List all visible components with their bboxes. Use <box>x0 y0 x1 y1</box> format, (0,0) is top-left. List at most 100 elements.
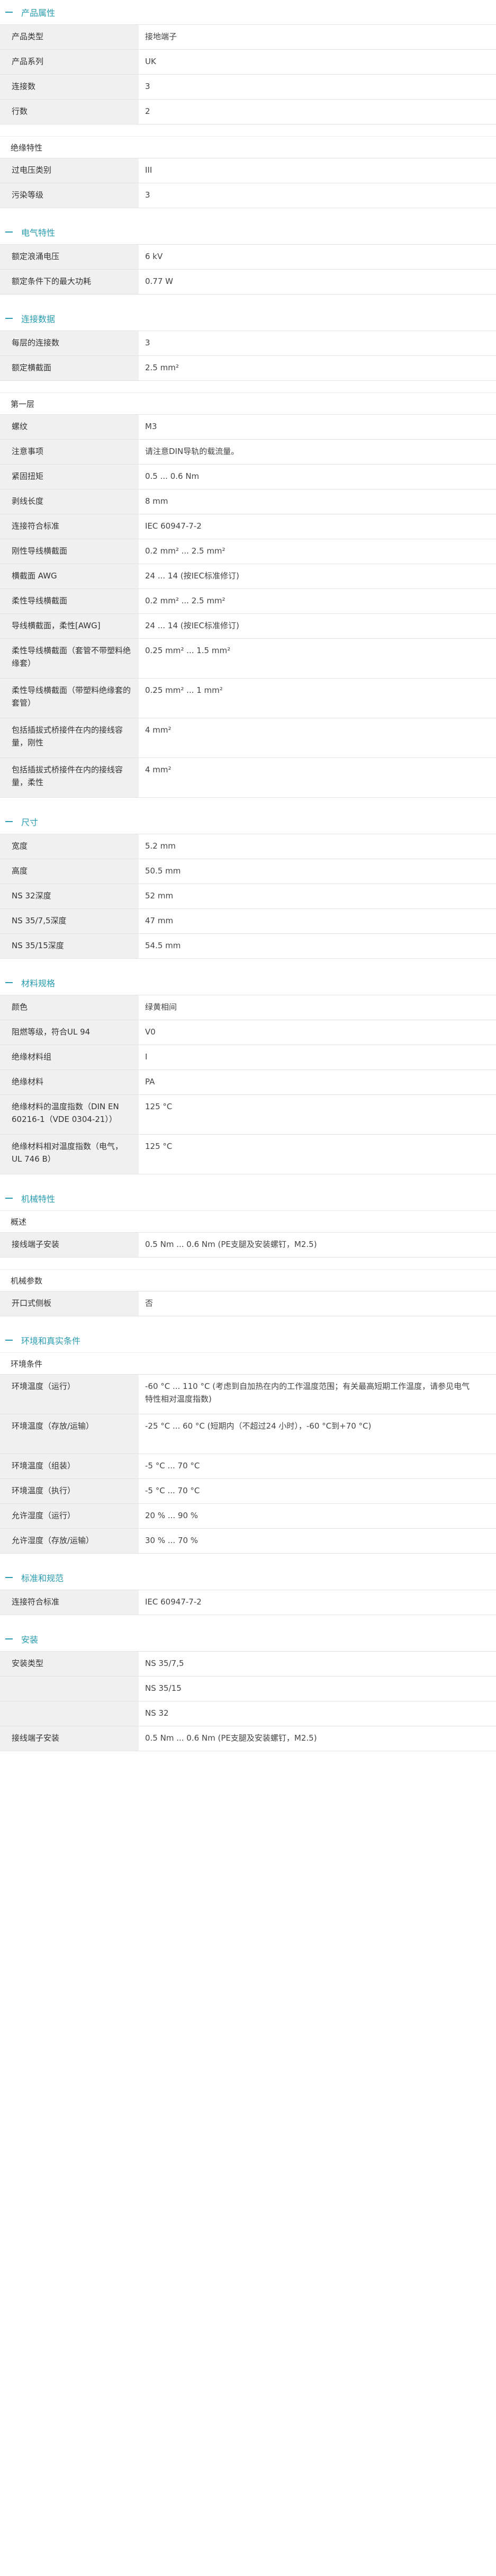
section-header[interactable]: 标准和规范 <box>0 1565 496 1590</box>
spec-label: 柔性导线横截面 <box>0 589 139 613</box>
spec-label: 环境温度（存放/运输） <box>0 1414 139 1454</box>
spec-value: 0.5 ... 0.6 Nm <box>145 471 200 481</box>
spec-label: 绝缘材料相对温度指数（电气，UL 746 B） <box>0 1135 139 1174</box>
spec-row: 绝缘材料相对温度指数（电气，UL 746 B） 125 °C <box>0 1134 496 1174</box>
spec-label: 安装类型 <box>0 1652 139 1676</box>
spec-label: 绝缘材料 <box>0 1070 139 1094</box>
spec-label: 产品类型 <box>0 25 139 49</box>
spec-label: 宽度 <box>0 834 139 859</box>
spec-row: 行数 2 <box>0 99 496 124</box>
spec-label: 绝缘材料组 <box>0 1045 139 1069</box>
spec-label: 刚性导线横截面 <box>0 539 139 564</box>
spec-value: 50.5 mm <box>145 866 181 876</box>
spec-value: 否 <box>145 1298 154 1308</box>
spec-section: 电气特性 额定浪涌电压 6 kV 额定条件下的最大功耗 0.77 W <box>0 220 496 306</box>
spec-row: 高度 50.5 mm <box>0 859 496 884</box>
spec-label: 柔性导线横截面（套管不带塑料绝缘套） <box>0 639 139 678</box>
section-title: 尺寸 <box>21 817 39 827</box>
spec-label: 每层的连接数 <box>0 331 139 355</box>
section-title: 材料规格 <box>21 978 56 988</box>
spec-label: NS 32深度 <box>0 884 139 908</box>
subsection-title: 概述 <box>0 1210 496 1232</box>
spec-row: 紧固扭矩 0.5 ... 0.6 Nm <box>0 464 496 489</box>
spec-section: 机械特性概述 接线端子安装 0.5 Nm ... 0.6 Nm (PE支腿及安装螺钉… <box>0 1186 496 1328</box>
spec-row: 横截面 AWG 24 ... 14 (按IEC标准修订) <box>0 564 496 589</box>
spec-section: 安装 安装类型 NS 35/7,5 NS 35/15 NS 32 接线端子安装 0.5 Nm… <box>0 1627 496 1763</box>
spec-label: 包括插拔式桥接件在内的接线容量，刚性 <box>0 718 139 757</box>
spec-row: 绝缘材料 PA <box>0 1069 496 1094</box>
spec-row: 注意事项 请注意DIN导轨的载流量。 <box>0 439 496 464</box>
spec-label: 环境温度（运行） <box>0 1375 139 1414</box>
spec-value: 24 ... 14 (按IEC标准修订) <box>145 571 239 581</box>
spec-row: 允许湿度（存放/运输） 30 % ... 70 % <box>0 1528 496 1554</box>
spec-label: 颜色 <box>0 995 139 1020</box>
spec-label: 污染等级 <box>0 183 139 208</box>
spec-value: 0.25 mm² ... 1.5 mm² <box>145 646 231 655</box>
spec-value: V0 <box>145 1027 156 1037</box>
spec-value: 125 °C <box>145 1142 173 1151</box>
spec-value: 2.5 mm² <box>145 363 179 372</box>
spec-value: 0.77 W <box>145 277 173 286</box>
spec-value: 30 % ... 70 % <box>145 1536 199 1545</box>
spec-label: 额定横截面 <box>0 356 139 380</box>
spec-label: 螺纹 <box>0 415 139 439</box>
section-title: 机械特性 <box>21 1194 56 1204</box>
section-header[interactable]: 电气特性 <box>0 220 496 244</box>
spec-row: 包括插拔式桥接件在内的接线容量，刚性 4 mm² <box>0 718 496 757</box>
spec-label: 剥线长度 <box>0 489 139 514</box>
spec-value: 5.2 mm <box>145 841 176 851</box>
section-title: 标准和规范 <box>21 1573 64 1583</box>
spec-value: NS 35/7,5 <box>145 1659 184 1668</box>
spec-label: 额定浪涌电压 <box>0 245 139 269</box>
spec-value: 8 mm <box>145 496 168 506</box>
section-header[interactable]: 机械特性 <box>0 1186 496 1210</box>
spec-value: 绿黄相间 <box>145 1002 177 1012</box>
spec-label: 阻燃等级，符合UL 94 <box>0 1020 139 1045</box>
spec-row: 接线端子安装 0.5 Nm ... 0.6 Nm (PE支腿及安装螺钉，M2.5) <box>0 1726 496 1751</box>
spec-row: 开口式侧板否 <box>0 1291 496 1316</box>
section-header[interactable]: 安装 <box>0 1627 496 1651</box>
spec-row: NS 32 <box>0 1701 496 1726</box>
spec-row: NS 32深度 52 mm <box>0 884 496 908</box>
spec-row: 剥线长度 8 mm <box>0 489 496 514</box>
spec-label: 高度 <box>0 859 139 884</box>
spec-value: 0.2 mm² ... 2.5 mm² <box>145 546 226 556</box>
spec-label: 允许湿度（存放/运输） <box>0 1529 139 1553</box>
spec-label <box>0 1677 139 1701</box>
section-header[interactable]: 产品属性 <box>0 0 496 24</box>
spec-row: 绝缘材料组 I <box>0 1045 496 1069</box>
spec-row: 螺纹 M3 <box>0 414 496 439</box>
spec-value: 0.2 mm² ... 2.5 mm² <box>145 596 226 605</box>
section-marker-icon <box>5 982 13 983</box>
section-title: 连接数据 <box>21 314 56 324</box>
section-title: 环境和真实条件 <box>21 1336 81 1346</box>
spec-row: NS 35/15深度 54.5 mm <box>0 933 496 959</box>
spec-label: 接线端子安装 <box>0 1233 139 1257</box>
spec-value: -60 °C ... 110 °C (考虑到自加热在内的工作温度范围；有关最高短… <box>145 1381 470 1404</box>
spec-row: 阻燃等级，符合UL 94 V0 <box>0 1020 496 1045</box>
spec-row: 接线端子安装 0.5 Nm ... 0.6 Nm (PE支腿及安装螺钉，M2.5) <box>0 1232 496 1258</box>
section-title: 电气特性 <box>21 228 56 238</box>
spec-row: 柔性导线横截面（带塑料绝缘套的套管） 0.25 mm² ... 1 mm² <box>0 678 496 718</box>
spec-value: NS 35/15 <box>145 1683 182 1693</box>
spec-row: 颜色 绿黄相间 <box>0 995 496 1020</box>
spec-row: 过电压类别 III <box>0 158 496 183</box>
section-header[interactable]: 尺寸 <box>0 809 496 834</box>
spec-section: 材料规格 颜色 绿黄相间 阻燃等级，符合UL 94 V0 绝缘材料组 I 绝缘材料 PA 绝缘材料… <box>0 970 496 1186</box>
spec-section: 环境和真实条件 环境条件 环境温度（运行） -60 °C ... 110 °C (考虑… <box>0 1328 496 1565</box>
spec-label: 紧固扭矩 <box>0 465 139 489</box>
spec-row: NS 35/7,5深度 47 mm <box>0 908 496 933</box>
spec-label: 柔性导线横截面（带塑料绝缘套的套管） <box>0 679 139 718</box>
spec-label <box>0 1701 139 1726</box>
spec-value: 52 mm <box>145 891 174 901</box>
spec-value: UK <box>145 57 156 66</box>
spec-label: 产品系列 <box>0 50 139 74</box>
section-header[interactable]: 连接数据 <box>0 306 496 331</box>
subsection-title: 绝缘特性 <box>0 136 496 158</box>
section-header[interactable]: 材料规格 <box>0 970 496 995</box>
section-header[interactable]: 环境和真实条件 <box>0 1328 496 1352</box>
spec-row: 连接符合标准 IEC 60947-7-2 <box>0 514 496 539</box>
spec-row: 连接符合标准 IEC 60947-7-2 <box>0 1590 496 1615</box>
spec-row: 额定浪涌电压 6 kV <box>0 244 496 269</box>
spec-row: NS 35/15 <box>0 1676 496 1701</box>
